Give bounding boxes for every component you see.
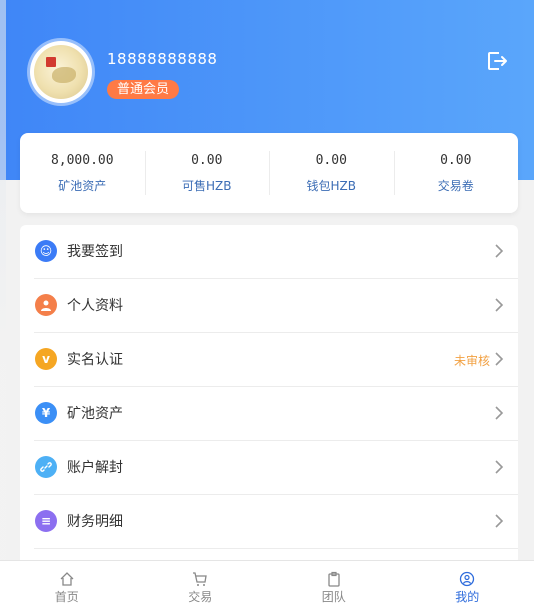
left-edge-shadow (0, 0, 6, 609)
menu-list: ☺ 我要签到 个人资料 v 实名认证 未审核 ¥ 矿池资产 账户解封 ≡ 财务明… (20, 225, 518, 565)
menu-item-finance[interactable]: ≡ 财务明细 (20, 495, 518, 549)
chevron-right-icon (494, 459, 504, 475)
stat-label: 可售HZB (145, 177, 270, 194)
cart-icon (192, 571, 208, 587)
link-icon (35, 456, 57, 478)
stat-value: 0.00 (145, 153, 270, 168)
tab-home[interactable]: 首页 (0, 561, 134, 610)
stat-value: 8,000.00 (20, 153, 145, 168)
menu-item-label: 个人资料 (67, 295, 123, 315)
stat-value: 0.00 (394, 153, 519, 168)
menu-item-label: 实名认证 (67, 349, 123, 369)
stat-label: 矿池资产 (20, 177, 145, 194)
stat-pool-assets[interactable]: 8,000.00 矿池资产 (20, 133, 145, 213)
stat-wallet-hzb[interactable]: 0.00 钱包HZB (269, 133, 394, 213)
avatar[interactable] (30, 41, 92, 103)
chevron-right-icon (494, 513, 504, 529)
menu-item-pool-assets[interactable]: ¥ 矿池资产 (20, 387, 518, 441)
stat-sellable-hzb[interactable]: 0.00 可售HZB (145, 133, 270, 213)
stat-label: 交易卷 (394, 177, 519, 194)
tab-label: 首页 (55, 590, 79, 604)
stat-label: 钱包HZB (269, 177, 394, 194)
asset-stats-card: 8,000.00 矿池资产 0.00 可售HZB 0.00 钱包HZB 0.00… (20, 133, 518, 213)
bottom-tab-bar: 首页 交易 团队 我的 (0, 560, 534, 610)
sign-in-icon: ☺ (35, 240, 57, 262)
member-level-badge: 普通会员 (107, 80, 179, 99)
menu-item-label: 账户解封 (67, 457, 123, 477)
user-icon (35, 294, 57, 316)
menu-item-label: 我要签到 (67, 241, 123, 261)
tab-label: 我的 (455, 590, 479, 604)
logout-icon[interactable] (486, 50, 508, 72)
phone-number: 18888888888 (107, 50, 217, 68)
tab-label: 团队 (322, 590, 346, 604)
tab-trade[interactable]: 交易 (134, 561, 268, 610)
chevron-right-icon (494, 243, 504, 259)
verify-v-icon: v (35, 348, 57, 370)
profile-icon (459, 571, 475, 587)
menu-item-real-name[interactable]: v 实名认证 未审核 (20, 333, 518, 387)
menu-item-label: 矿池资产 (67, 403, 123, 423)
home-icon (59, 571, 75, 587)
menu-item-sign-in[interactable]: ☺ 我要签到 (20, 225, 518, 279)
chevron-right-icon (494, 405, 504, 421)
chevron-right-icon (494, 351, 504, 367)
tab-mine[interactable]: 我的 (401, 561, 534, 610)
menu-item-account-unlock[interactable]: 账户解封 (20, 441, 518, 495)
finance-icon: ≡ (35, 510, 57, 532)
verification-status: 未审核 (454, 352, 490, 369)
tab-label: 交易 (188, 590, 212, 604)
avatar-image (34, 45, 88, 99)
asset-icon: ¥ (35, 402, 57, 424)
menu-item-profile[interactable]: 个人资料 (20, 279, 518, 333)
clipboard-icon (326, 571, 342, 587)
tab-team[interactable]: 团队 (267, 561, 401, 610)
stat-trade-voucher[interactable]: 0.00 交易卷 (394, 133, 519, 213)
chevron-right-icon (494, 297, 504, 313)
menu-item-label: 财务明细 (67, 511, 123, 531)
stat-value: 0.00 (269, 153, 394, 168)
